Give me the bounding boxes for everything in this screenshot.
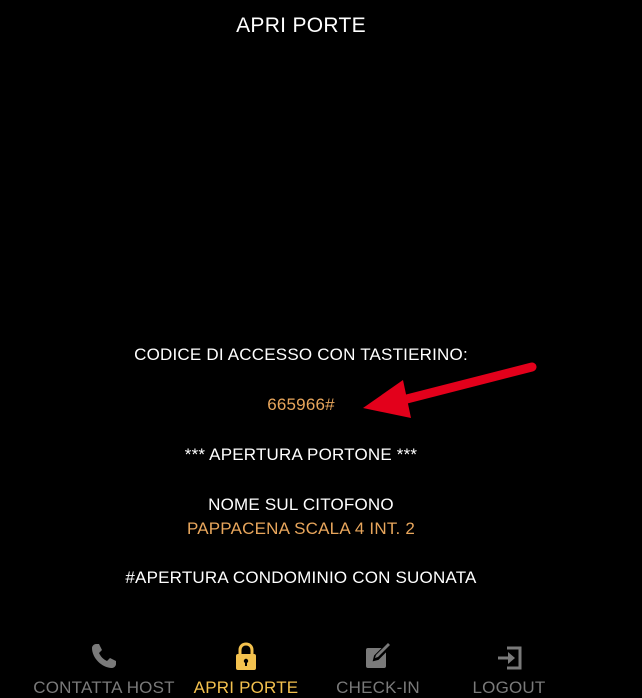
intercom-name: PAPPACENA SCALA 4 INT. 2 xyxy=(186,519,416,538)
lock-icon xyxy=(236,642,256,670)
tab-logout[interactable]: LOGOUT xyxy=(450,636,568,697)
tab-label: APRI PORTE xyxy=(193,678,299,697)
gate-opening-text: *** APERTURA PORTONE *** xyxy=(184,445,418,464)
condo-opening-text: #APERTURA CONDOMINIO CON SUONATA xyxy=(125,568,477,587)
bottom-tab-bar: CONTATTA HOST APRI PORTE CHECK-IN LOGOUT xyxy=(0,636,642,697)
edit-icon xyxy=(366,641,393,668)
tab-contatta-host[interactable]: CONTATTA HOST xyxy=(20,636,188,697)
tab-label: LOGOUT xyxy=(472,678,546,697)
tab-apri-porte[interactable]: APRI PORTE xyxy=(186,636,306,697)
tab-label: CONTATTA HOST xyxy=(33,678,175,697)
phone-icon xyxy=(92,644,116,668)
intercom-heading: NOME SUL CITOFONO xyxy=(208,495,394,514)
tab-label: CHECK-IN xyxy=(336,678,420,697)
logout-icon xyxy=(498,646,522,670)
tab-check-in[interactable]: CHECK-IN xyxy=(318,636,438,697)
page-title: APRI PORTE xyxy=(236,14,366,37)
annotation-arrow xyxy=(363,362,537,418)
